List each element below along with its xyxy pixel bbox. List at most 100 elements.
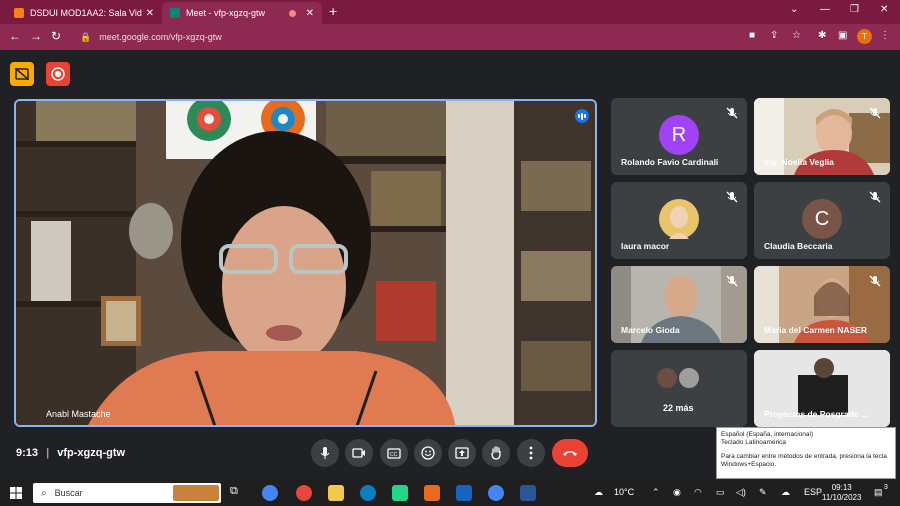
- edge-icon[interactable]: [360, 485, 376, 501]
- profile-avatar[interactable]: T: [857, 29, 872, 44]
- participant-name: Marcelo Gioda: [621, 325, 680, 335]
- participant-tile[interactable]: C Claudia Beccaria: [754, 182, 890, 259]
- ime-language: Español (España, internacional): [721, 431, 814, 438]
- participant-name: Maria del Carmen NASER: [764, 325, 867, 335]
- pycharm-icon[interactable]: [392, 485, 408, 501]
- network-icon[interactable]: ▭: [716, 487, 725, 498]
- tray-chevron-icon[interactable]: ⌃: [652, 487, 660, 498]
- avatar: [655, 366, 679, 390]
- speaking-indicator-icon: [575, 109, 589, 123]
- screen: DSDUI MOD1AA2: Sala Video C ✕ Meet - vfp…: [0, 0, 900, 506]
- address-bar-row: ← → ↻ 🔒 meet.google.com/vfp-xgzq-gtw ■ ⇪…: [0, 24, 900, 50]
- input-method-tooltip: Español (España, internacional) Teclado …: [716, 427, 896, 479]
- captions-off-button[interactable]: [10, 62, 34, 86]
- tab-meet[interactable]: Meet - vfp-xgzq-gtw ✕: [162, 2, 322, 24]
- minimize-button[interactable]: —: [820, 4, 830, 15]
- app-icon[interactable]: [456, 485, 472, 501]
- participant-tile[interactable]: R Rolando Favio Cardinali: [611, 98, 747, 175]
- clock-time: 09:13: [831, 483, 852, 492]
- windows-start-icon[interactable]: [10, 487, 22, 499]
- record-icon: [51, 67, 65, 81]
- avatar: R: [659, 115, 699, 155]
- close-window-button[interactable]: ✕: [880, 4, 888, 15]
- lock-icon: 🔒: [80, 31, 92, 42]
- url-field[interactable]: 🔒 meet.google.com/vfp-xgzq-gtw: [70, 27, 800, 47]
- meeting-info: 9:13 | vfp-xgzq-gtw: [16, 447, 125, 459]
- present-screen-icon: [455, 447, 469, 459]
- mic-icon: [320, 447, 330, 459]
- pen-icon[interactable]: ✎: [759, 487, 767, 498]
- matlab-icon[interactable]: [424, 485, 440, 501]
- camera-button[interactable]: [345, 439, 373, 467]
- participant-tile[interactable]: Ing. Noelia Veglia: [754, 98, 890, 175]
- avatar: C: [802, 199, 842, 239]
- temperature: 10°C: [614, 487, 635, 497]
- share-icon[interactable]: ⇪: [770, 30, 778, 41]
- clock-date: 11/10/2023: [822, 493, 862, 502]
- app-icon[interactable]: [296, 485, 312, 501]
- volume-icon[interactable]: ◁): [736, 487, 746, 498]
- back-icon[interactable]: ←: [9, 29, 21, 43]
- mic-off-icon: [869, 191, 881, 203]
- tab-title: DSDUI MOD1AA2: Sala Video C: [30, 8, 142, 18]
- close-tab-icon[interactable]: ✕: [306, 8, 314, 19]
- ime-keyboard: Teclado Latinoamérica: [721, 439, 787, 446]
- avatar: [659, 199, 699, 239]
- notification-icon[interactable]: ▤: [874, 487, 883, 498]
- tab-moodle[interactable]: DSDUI MOD1AA2: Sala Video C ✕: [6, 2, 162, 24]
- tab-bar: DSDUI MOD1AA2: Sala Video C ✕ Meet - vfp…: [0, 0, 900, 24]
- menu-dots-icon[interactable]: ⋮: [880, 30, 890, 41]
- mic-off-icon: [726, 107, 738, 119]
- search-placeholder: Buscar: [54, 488, 83, 498]
- search-icon: ⌕: [41, 487, 47, 499]
- captions-off-icon: [15, 68, 29, 80]
- onedrive-icon[interactable]: ☁: [781, 487, 790, 498]
- clock[interactable]: 09:13 11/10/2023: [822, 483, 861, 503]
- chrome-icon[interactable]: [262, 485, 278, 501]
- more-participants-tile[interactable]: 22 más: [611, 350, 747, 427]
- participant-name: Ing. Noelia Veglia: [764, 157, 834, 167]
- file-explorer-icon[interactable]: [328, 485, 344, 501]
- taskbar-search[interactable]: ⌕ Buscar: [33, 483, 221, 503]
- participant-tile[interactable]: laura macor: [611, 182, 747, 259]
- meet-icon: [170, 8, 180, 18]
- new-tab-button[interactable]: +: [329, 3, 337, 19]
- participant-tile[interactable]: Proyectos de Posgrado ...: [754, 350, 890, 427]
- reload-icon[interactable]: ↻: [51, 29, 61, 43]
- wifi-icon[interactable]: ◠: [694, 487, 702, 498]
- tray-app-icon[interactable]: ◉: [673, 487, 681, 498]
- present-button[interactable]: [448, 439, 476, 467]
- bookmark-star-icon[interactable]: ☆: [792, 30, 801, 41]
- camera-icon[interactable]: ■: [749, 30, 755, 41]
- participant-tile[interactable]: Maria del Carmen NASER: [754, 266, 890, 343]
- hang-up-icon: [563, 451, 577, 456]
- word-icon[interactable]: [520, 485, 536, 501]
- participant-name: Proyectos de Posgrado ...: [764, 409, 869, 419]
- tab-search-icon[interactable]: ⌄: [790, 4, 798, 15]
- side-panel-icon[interactable]: ▣: [838, 30, 847, 41]
- weather-icon[interactable]: ☁: [594, 487, 603, 498]
- avatar: [677, 366, 701, 390]
- recording-button[interactable]: [46, 62, 70, 86]
- forward-icon[interactable]: →: [30, 29, 42, 43]
- restore-button[interactable]: ❐: [850, 4, 859, 15]
- language-indicator[interactable]: ESP: [804, 487, 822, 497]
- search-highlight-image: [173, 485, 219, 501]
- close-tab-icon[interactable]: ✕: [146, 8, 154, 19]
- extensions-icon[interactable]: ✱: [818, 30, 826, 41]
- microphone-button[interactable]: [311, 439, 339, 467]
- tab-title: Meet - vfp-xgzq-gtw: [186, 8, 266, 18]
- chrome-active-icon[interactable]: [488, 485, 504, 501]
- more-options-button[interactable]: [517, 439, 545, 467]
- raise-hand-button[interactable]: [482, 439, 510, 467]
- hand-icon: [491, 446, 501, 460]
- mic-off-icon: [726, 191, 738, 203]
- main-participant-name: Anabl Mastache: [46, 409, 111, 419]
- captions-button[interactable]: CC: [380, 439, 408, 467]
- windows-taskbar: ⌕ Buscar ⧉ ☁ 10°C ⌃ ◉ ◠ ▭ ◁) ✎ ☁ ESP 09:…: [0, 480, 900, 506]
- participant-tile[interactable]: Marcelo Gioda: [611, 266, 747, 343]
- reactions-button[interactable]: [414, 439, 442, 467]
- main-video-tile[interactable]: Anabl Mastache: [14, 99, 597, 427]
- task-view-icon[interactable]: ⧉: [230, 485, 246, 501]
- leave-call-button[interactable]: [552, 439, 588, 467]
